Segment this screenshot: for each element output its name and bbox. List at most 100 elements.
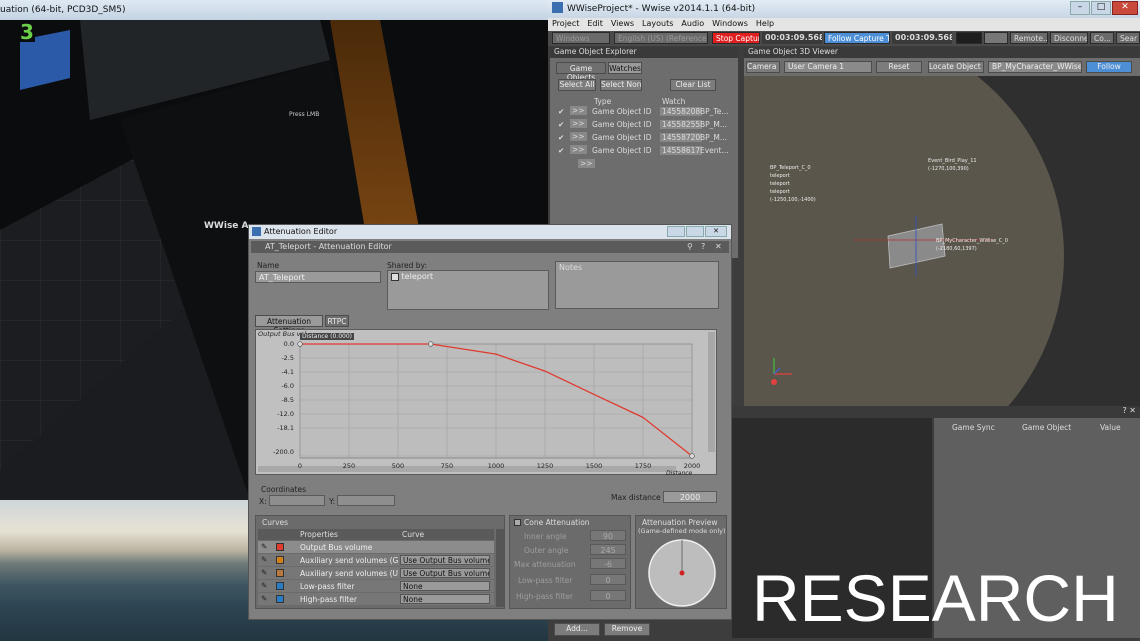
- row-type: Game Object ID: [592, 120, 652, 129]
- tab-game-objects[interactable]: Game Objects: [556, 62, 606, 82]
- table-row[interactable]: ✎ Auxiliary send volumes (User...Use Outp…: [258, 567, 494, 579]
- row-checkbox-icon[interactable]: ✔: [558, 120, 564, 129]
- expand-button[interactable]: >>: [570, 119, 587, 128]
- curve-select[interactable]: Use Output Bus volume: [400, 568, 490, 578]
- edit-icon[interactable]: ✎: [261, 581, 267, 590]
- disconnect-button[interactable]: Disconnect: [1050, 32, 1088, 44]
- preview-circle: [648, 539, 716, 607]
- locate-object-button[interactable]: Locate Object >: [928, 61, 984, 73]
- table-row[interactable]: ✎ Output Bus volume: [258, 541, 494, 553]
- menu-layouts[interactable]: Layouts: [638, 18, 677, 28]
- edit-icon[interactable]: ✎: [261, 594, 267, 603]
- edit-icon[interactable]: ✎: [261, 542, 267, 551]
- camera-select[interactable]: User Camera 1: [784, 61, 872, 73]
- language-select[interactable]: English (US) (Reference): [614, 32, 708, 44]
- menu-help[interactable]: Help: [752, 18, 778, 28]
- viewer-label-teleport[interactable]: BP_Teleport_C_0 teleport teleport telepo…: [770, 164, 816, 204]
- curve-select[interactable]: None: [400, 581, 490, 591]
- sync-panel-title: ? ✕: [732, 406, 1140, 418]
- platform-select[interactable]: Windows: [552, 32, 610, 44]
- menu-project[interactable]: Project: [548, 18, 583, 28]
- inner-angle-field[interactable]: 90: [590, 530, 626, 541]
- notes-field[interactable]: Notes: [555, 261, 719, 309]
- tab-watches[interactable]: Watches: [608, 62, 642, 74]
- y-coord-field[interactable]: [337, 495, 395, 506]
- curves-scrollbar[interactable]: [496, 529, 504, 607]
- add-button[interactable]: Add...: [554, 623, 600, 636]
- x-tick: 1750: [634, 462, 652, 470]
- cone-highpass-field[interactable]: 0: [590, 590, 626, 601]
- remote-button[interactable]: Remote...: [1010, 32, 1048, 44]
- clear-list-button[interactable]: Clear List: [670, 79, 716, 91]
- expand-button[interactable]: >>: [578, 159, 595, 168]
- viewer-label-character[interactable]: BP_MyCharacter_WWise_C_0 (-2180,60,1397): [936, 237, 1008, 253]
- minimize-button[interactable]: –: [1070, 1, 1090, 15]
- menu-windows[interactable]: Windows: [708, 18, 752, 28]
- expand-button[interactable]: >>: [570, 106, 587, 115]
- table-row[interactable]: ✔ >> Game Object ID 14558617 Event...: [558, 145, 736, 157]
- co-button[interactable]: Co...: [1090, 32, 1114, 44]
- att-minimize-button[interactable]: [667, 226, 685, 237]
- graph-svg[interactable]: [256, 330, 716, 474]
- attenuation-outer-titlebar[interactable]: Attenuation Editor ✕: [249, 225, 731, 239]
- max-attenuation-field[interactable]: -6: [590, 558, 626, 569]
- name-field[interactable]: AT_Teleport: [255, 271, 381, 283]
- row-checkbox-icon[interactable]: ✔: [558, 133, 564, 142]
- curve-color-swatch: [276, 595, 284, 603]
- table-row[interactable]: ✎ Auxiliary send volumes (Gam...Use Outpu…: [258, 554, 494, 566]
- att-maximize-button[interactable]: [686, 226, 704, 237]
- pin-icon[interactable]: ⚲: [687, 242, 693, 251]
- reset-button[interactable]: Reset: [876, 61, 922, 73]
- cone-lowpass-field[interactable]: 0: [590, 574, 626, 585]
- locate-object-select[interactable]: BP_MyCharacter_WWise_...: [988, 61, 1082, 73]
- table-row[interactable]: ✔ >> Game Object ID 14558720 BP_M...: [558, 132, 736, 144]
- follow-capture-time-button[interactable]: Follow Capture Time: [824, 32, 890, 44]
- expand-button[interactable]: >>: [570, 145, 587, 154]
- camera-button[interactable]: Camera >: [746, 61, 780, 73]
- attenuation-graph[interactable]: Output Bus vol Distance (0.000) Distance…: [255, 329, 717, 477]
- curves-panel: Curves Properties Curve ✎ Output Bus volu…: [255, 515, 505, 609]
- table-row[interactable]: ✔ >> Game Object ID 14558255 BP_M...: [558, 119, 736, 131]
- shared-by-list[interactable]: teleport: [387, 270, 549, 310]
- edit-icon[interactable]: ✎: [261, 568, 267, 577]
- search-button[interactable]: Sear: [1116, 32, 1140, 44]
- help-icon[interactable]: ?: [701, 242, 705, 251]
- follow-button[interactable]: Follow: [1086, 61, 1132, 73]
- table-row[interactable]: ✎ High-pass filter None: [258, 593, 494, 605]
- select-none-button[interactable]: Select None: [600, 79, 642, 91]
- layout-toggle[interactable]: [984, 32, 1008, 44]
- menu-views[interactable]: Views: [607, 18, 638, 28]
- tab-attenuation-settings[interactable]: Attenuation Settings: [255, 315, 323, 335]
- notes-label: Notes: [559, 263, 583, 272]
- curve-control-point: [428, 341, 434, 347]
- wwise-titlebar[interactable]: WWiseProject* - Wwise v2014.1.1 (64-bit)…: [548, 0, 1140, 18]
- close-icon[interactable]: ✕: [715, 242, 722, 251]
- outer-angle-field[interactable]: 245: [590, 544, 626, 555]
- select-all-button[interactable]: Select All: [558, 79, 596, 91]
- tab-rtpc[interactable]: RTPC: [325, 315, 349, 327]
- stop-capture-button[interactable]: Stop Capture: [712, 32, 760, 44]
- max-distance-field[interactable]: 2000: [663, 491, 717, 503]
- table-row[interactable]: ✔ >> Game Object ID 14558208 BP_Te...: [558, 106, 736, 118]
- curve-select[interactable]: None: [400, 594, 490, 604]
- att-close-button[interactable]: ✕: [705, 226, 727, 237]
- cone-checkbox[interactable]: [514, 519, 521, 526]
- edit-icon[interactable]: ✎: [261, 555, 267, 564]
- table-row[interactable]: ✎ Low-pass filter None: [258, 580, 494, 592]
- row-checkbox-icon[interactable]: ✔: [558, 146, 564, 155]
- research-overlay: RESEARCH: [752, 561, 1119, 635]
- menu-edit[interactable]: Edit: [583, 18, 607, 28]
- game-window-titlebar[interactable]: uation (64-bit, PCD3D_SM5): [0, 0, 548, 20]
- curve-select[interactable]: Use Output Bus volume: [400, 555, 490, 565]
- x-coord-field[interactable]: [269, 495, 325, 506]
- close-button[interactable]: ✕: [1112, 1, 1138, 15]
- curve-name: Auxiliary send volumes (Gam...: [300, 556, 398, 565]
- maximize-button[interactable]: □: [1091, 1, 1111, 15]
- menu-audio[interactable]: Audio: [677, 18, 708, 28]
- expand-button[interactable]: >>: [570, 132, 587, 141]
- row-checkbox-icon[interactable]: ✔: [558, 107, 564, 116]
- shared-item[interactable]: teleport: [402, 272, 434, 281]
- viewer-label-bird[interactable]: Event_Bird_Play_11 (-1270,100,390): [928, 157, 977, 173]
- col-game-sync: Game Sync: [952, 423, 995, 432]
- remove-button[interactable]: Remove: [604, 623, 650, 636]
